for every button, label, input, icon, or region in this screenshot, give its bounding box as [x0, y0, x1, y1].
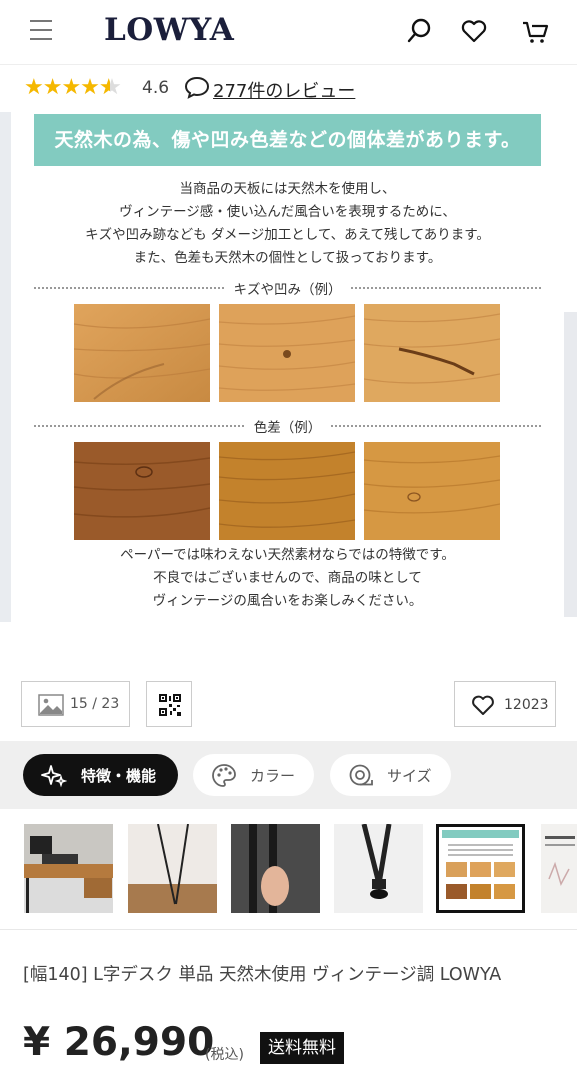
heart-icon[interactable]: [459, 16, 489, 46]
product-price: ¥ 26,990: [23, 1020, 215, 1065]
measure-tape-icon: [348, 763, 374, 793]
wood-sample-scratch-3: [363, 304, 501, 402]
section-label-scratches: キズや凹み（例）: [34, 278, 541, 298]
wood-sample-color-2: [218, 442, 356, 540]
tab-size[interactable]: サイズ: [330, 754, 451, 796]
rating-stars: ★★★★★★: [24, 75, 121, 100]
favorite-button[interactable]: 12023: [454, 681, 556, 727]
thumbnail-4[interactable]: [334, 824, 423, 913]
section-label-color-difference: 色差（例）: [34, 416, 541, 436]
wood-sample-color-1: [73, 442, 211, 540]
thumbnail-1[interactable]: [24, 824, 113, 913]
site-header: LOWYA: [0, 0, 577, 64]
banner-description: 当商品の天板には天然木を使用し、 ヴィンテージ感・使い込んだ風合いを表現するため…: [85, 181, 490, 266]
brand-logo[interactable]: LOWYA: [104, 12, 234, 48]
thumbnail-5-selected[interactable]: [436, 824, 525, 913]
heart-icon: [471, 694, 495, 720]
cart-icon[interactable]: [520, 16, 550, 46]
review-count-link[interactable]: 277件のレビュー: [213, 77, 355, 103]
banner-footer-text: ペーパーでは味わえない天然素材ならではの特徴です。 不良ではございませんので、商…: [120, 547, 455, 609]
product-main-image[interactable]: 天然木の為、傷や凹み色差などの個体差があります。 当商品の天板には天然木を使用し…: [0, 112, 577, 622]
banner-title: 天然木の為、傷や凹み色差などの個体差があります。: [34, 114, 541, 166]
image-gallery-button[interactable]: 15 / 23: [21, 681, 130, 727]
tax-label: (税込): [205, 1047, 244, 1063]
image-counter: 15 / 23: [70, 696, 120, 712]
rating-value: 4.6: [142, 78, 170, 98]
wood-sample-scratch-2: [218, 304, 356, 402]
image-icon: [38, 694, 64, 716]
tab-color[interactable]: カラー: [193, 754, 314, 796]
sparkle-icon: [41, 763, 68, 793]
wood-sample-scratch-1: [73, 304, 211, 402]
tab-features[interactable]: 特徴・機能: [23, 754, 178, 796]
thumbnail-3[interactable]: [231, 824, 320, 913]
thumbnail-2[interactable]: [128, 824, 217, 913]
comment-icon: [184, 75, 210, 99]
divider: [0, 929, 577, 930]
search-icon[interactable]: [404, 16, 434, 46]
rating-bar: ★★★★★★ 4.6 277件のレビュー: [0, 64, 577, 112]
palette-icon: [211, 763, 237, 793]
wood-sample-color-3: [363, 442, 501, 540]
product-title: [幅140] L字デスク 単品 天然木使用 ヴィンテージ調 LOWYA: [23, 965, 502, 985]
thumbnail-6-partial[interactable]: [541, 824, 577, 913]
qr-code-icon: [159, 694, 181, 716]
favorite-count: 12023: [504, 697, 549, 713]
hamburger-menu-icon[interactable]: [30, 20, 52, 40]
feature-tabs: 特徴・機能 カラー サイズ: [0, 741, 577, 809]
qr-code-button[interactable]: [146, 681, 192, 727]
free-shipping-badge: 送料無料: [260, 1032, 344, 1064]
